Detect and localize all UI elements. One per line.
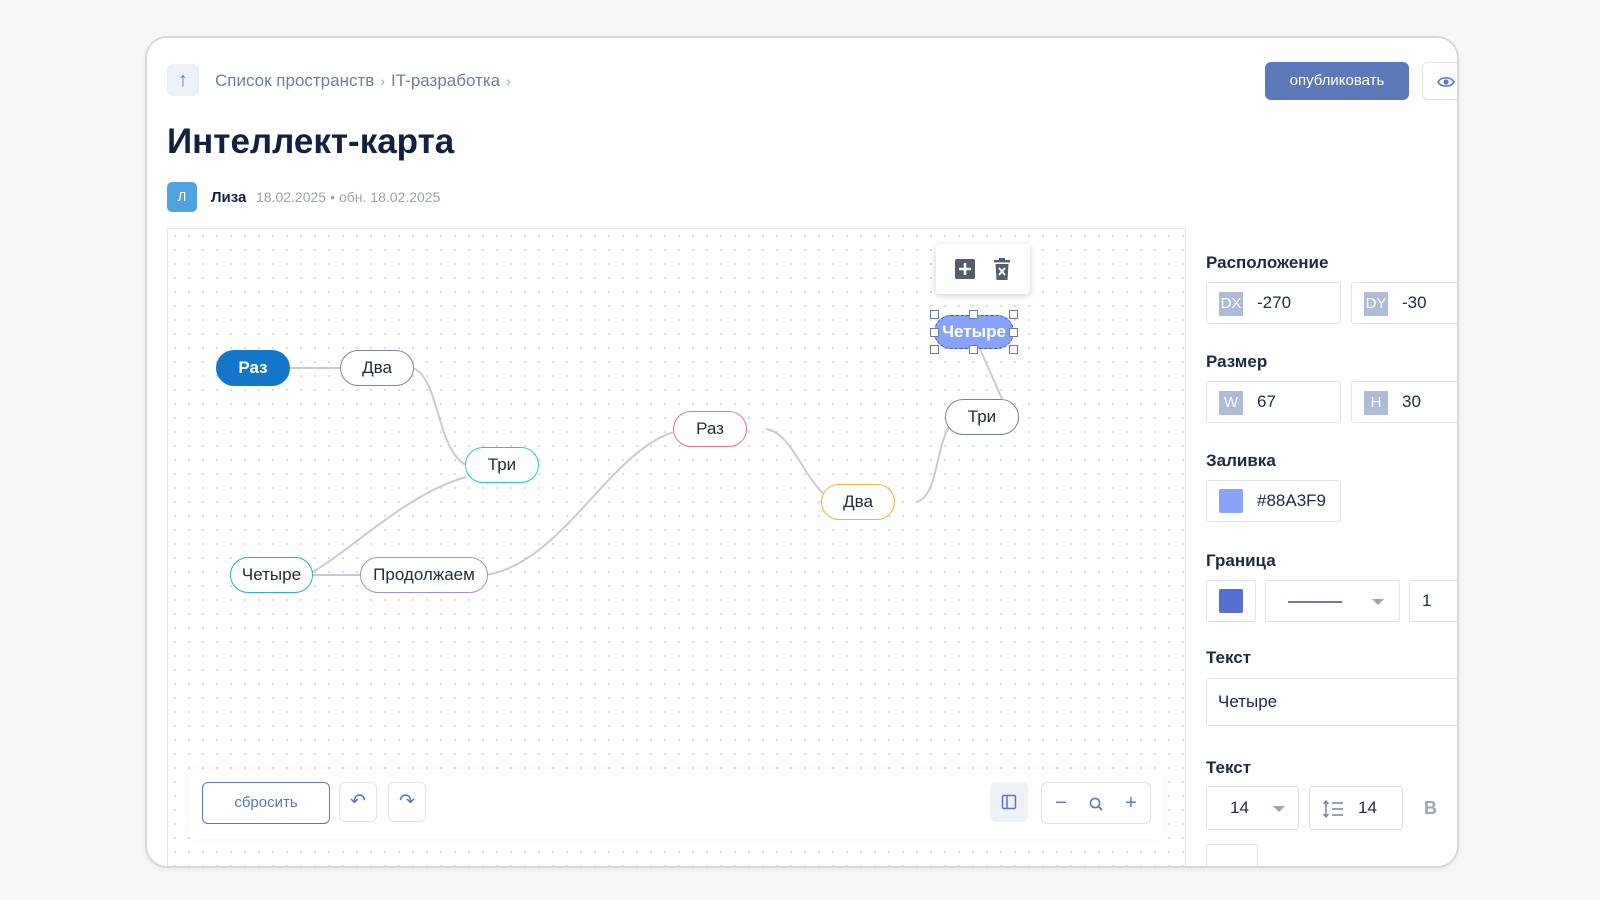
resize-handle[interactable] (930, 345, 939, 354)
link-dva-tri (412, 367, 467, 466)
chevron-down-icon (1372, 599, 1384, 605)
dx-field[interactable]: DX -270 (1206, 282, 1341, 324)
mindmap-canvas[interactable]: Раз Два Три Четыре Продолжаем Раз Два Тр… (167, 228, 1186, 866)
position-label: Расположение (1206, 253, 1329, 272)
border-width-field[interactable]: 1 (1409, 580, 1457, 622)
line-height-icon (1322, 799, 1343, 819)
fill-label: Заливка (1206, 451, 1276, 470)
sidebar-panel-icon (1001, 794, 1017, 810)
mindmap-node-chetyre[interactable]: Четыре (230, 557, 313, 593)
mindmap-node-raz-2[interactable]: Раз (673, 411, 747, 447)
breadcrumb-item-spaces[interactable]: Список пространств (215, 71, 374, 90)
breadcrumb-item-it[interactable]: IT-разработка (391, 71, 500, 90)
resize-handle[interactable] (1009, 345, 1018, 354)
border-swatch (1219, 589, 1243, 613)
dx-value: -270 (1257, 293, 1292, 312)
zoom-out-button[interactable]: − (1044, 783, 1078, 823)
dy-value: -30 (1402, 293, 1427, 312)
back-button[interactable]: ↑ (167, 64, 199, 96)
text-input-value: Четыре (1218, 692, 1278, 711)
resize-handle[interactable] (1009, 328, 1018, 337)
border-label: Граница (1206, 551, 1276, 570)
resize-handle[interactable] (930, 310, 939, 319)
text-style-label: Текст (1206, 758, 1252, 777)
border-color-field[interactable] (1206, 580, 1256, 622)
mindmap-node-tri-2[interactable]: Три (945, 399, 1019, 435)
border-line-preview (1288, 601, 1342, 603)
reset-button[interactable]: сбросить (202, 782, 330, 824)
mindmap-node-dva-2[interactable]: Два (821, 484, 895, 520)
border-style-select[interactable] (1265, 580, 1400, 622)
dx-tag: DX (1219, 292, 1243, 316)
fill-color-field[interactable]: #88A3F9 (1206, 480, 1341, 522)
partial-field (1206, 844, 1258, 866)
height-field[interactable]: H 30 (1351, 381, 1457, 423)
toggle-panel-button[interactable] (990, 782, 1028, 822)
h-value: 30 (1402, 392, 1421, 411)
resize-handle[interactable] (969, 310, 978, 319)
line-height-value: 14 (1358, 798, 1377, 817)
author-name: Лиза (211, 189, 247, 206)
mindmap-node-prodolzhaem[interactable]: Продолжаем (360, 557, 488, 593)
canvas-toolbar: сбросить ↶ ↷ − + (188, 769, 1164, 839)
resize-handle[interactable] (930, 328, 939, 337)
border-width-value: 1 (1422, 591, 1432, 610)
text-input[interactable]: Четыре (1206, 678, 1457, 726)
mindmap-node-tri[interactable]: Три (465, 447, 539, 483)
bold-icon[interactable]: B (1424, 798, 1437, 819)
add-node-icon[interactable] (953, 257, 977, 281)
breadcrumb-separator-icon: › (506, 73, 511, 89)
node-toolbar (936, 244, 1030, 294)
zoom-controls: − + (1041, 782, 1151, 824)
redo-icon: ↷ (399, 791, 415, 812)
zoom-reset-button[interactable] (1079, 783, 1113, 823)
avatar: Л (167, 182, 197, 212)
breadcrumb: Список пространств › IT-разработка › (215, 71, 517, 91)
magnifier-icon (1089, 797, 1103, 811)
undo-icon: ↶ (350, 791, 366, 812)
undo-button[interactable]: ↶ (339, 782, 377, 822)
created-date: 18.02.2025 (256, 189, 327, 205)
breadcrumb-separator-icon: › (380, 73, 385, 89)
resize-handle[interactable] (969, 345, 978, 354)
resize-handle[interactable] (1009, 310, 1018, 319)
h-tag: H (1364, 391, 1388, 415)
eye-icon (1437, 77, 1455, 87)
mindmap-node-raz-root[interactable]: Раз (216, 350, 290, 386)
link-tri2-chetyre (979, 348, 1003, 400)
w-value: 67 (1257, 392, 1276, 411)
mindmap-node-dva[interactable]: Два (340, 350, 414, 386)
publish-button[interactable]: опубликовать (1265, 62, 1409, 100)
font-size-value: 14 (1230, 798, 1249, 817)
document-dates: 18.02.2025 • обн. 18.02.2025 (256, 189, 440, 205)
chevron-down-icon (1273, 806, 1285, 812)
page-title: Интеллект-карта (167, 122, 455, 161)
redo-button[interactable]: ↷ (388, 782, 426, 822)
text-label: Текст (1206, 648, 1252, 667)
app-window: ↑ Список пространств › IT-разработка › опуб… (145, 36, 1459, 868)
w-tag: W (1219, 391, 1243, 415)
properties-panel: Расположение DX -270 DY -30 Размер W 67 H 30… (1185, 228, 1457, 866)
delete-node-icon[interactable] (990, 257, 1014, 281)
width-field[interactable]: W 67 (1206, 381, 1341, 423)
dy-field[interactable]: DY -30 (1351, 282, 1457, 324)
zoom-in-button[interactable]: + (1114, 783, 1148, 823)
arrow-up-icon: ↑ (178, 69, 188, 91)
date-separator: • (330, 189, 335, 205)
updated-date: обн. 18.02.2025 (338, 189, 441, 205)
fill-value: #88A3F9 (1257, 491, 1326, 510)
dy-tag: DY (1364, 292, 1388, 316)
line-height-field[interactable]: 14 (1309, 786, 1403, 830)
size-label: Размер (1206, 352, 1268, 371)
preview-button[interactable] (1422, 62, 1457, 100)
mindmap-node-chetyre-selected[interactable]: Четыре (934, 315, 1014, 349)
fill-swatch (1219, 489, 1243, 513)
font-size-select[interactable]: 14 (1206, 786, 1299, 830)
